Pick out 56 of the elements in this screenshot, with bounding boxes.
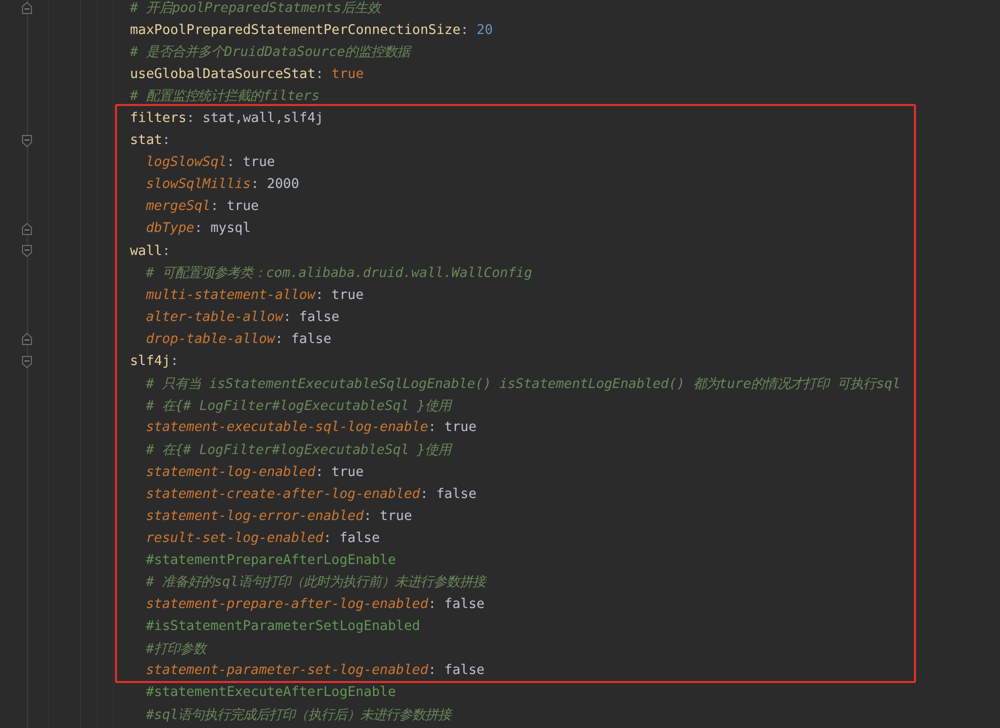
yaml-value: 2000	[266, 177, 300, 192]
yaml-value: true	[226, 199, 259, 214]
yaml-value: true	[332, 66, 364, 82]
yaml-value: false	[444, 663, 485, 678]
yaml-key: multi-statement-allow:	[146, 288, 324, 303]
code-comment: # 可配置项参考类：com.alibaba.druid.wall.WallConfig	[146, 265, 532, 282]
code-comment: # 在{# LogFilter#logExecutableSql }使用	[146, 398, 452, 415]
code-comment: # 在{# LogFilter#logExecutableSql }使用	[146, 442, 452, 459]
yaml-key: statement-parameter-set-log-enabled:	[146, 663, 436, 678]
code-comment: # 准备好的sql语句打印（此时为执行前）未进行参数拼接	[146, 574, 486, 592]
yaml-value: false	[444, 597, 485, 612]
yaml-key: statement-prepare-after-log-enabled:	[146, 597, 436, 612]
code-comment: #打印参数	[146, 640, 206, 658]
yaml-value: 20	[476, 22, 493, 38]
yaml-key: mergeSql:	[146, 199, 219, 214]
yaml-value: false	[436, 486, 477, 502]
yaml-key: statement-create-after-log-enabled:	[146, 486, 428, 502]
code-comment: #sql语句执行完成后打印（执行后）未进行参数拼接	[146, 706, 452, 724]
fold-end-icon[interactable]	[22, 333, 32, 346]
code-comment: #statementPrepareAfterLogEnable	[146, 552, 396, 568]
yaml-key: drop-table-allow:	[146, 332, 284, 347]
yaml-key: dbType:	[146, 221, 202, 236]
yaml-key: slf4j:	[130, 354, 178, 370]
code-comment: # 开启poolPreparedStatments后生效	[130, 0, 380, 18]
yaml-key: useGlobalDataSourceStat:	[130, 66, 324, 82]
yaml-value: stat,wall,slf4j	[202, 111, 324, 126]
yaml-key: maxPoolPreparedStatementPerConnectionSize:	[130, 22, 469, 38]
fold-end-icon[interactable]	[22, 2, 32, 14]
fold-collapse-icon[interactable]	[22, 134, 32, 147]
fold-collapse-icon[interactable]	[22, 245, 32, 258]
code-comment: # 配置监控统计拦截的filters	[130, 88, 320, 106]
yaml-value: true	[331, 288, 364, 303]
yaml-key: statement-log-enabled:	[146, 464, 324, 480]
code-comment: #statementExecuteAfterLogEnable	[146, 685, 396, 700]
yaml-key: wall:	[130, 244, 170, 259]
yaml-key: stat:	[130, 133, 170, 148]
yaml-value: false	[339, 530, 380, 546]
fold-end-icon[interactable]	[22, 222, 32, 235]
yaml-key: statement-log-error-enabled:	[146, 508, 372, 524]
yaml-key: slowSqlMillis:	[146, 177, 259, 192]
yaml-key: filters:	[130, 111, 194, 126]
yaml-key: alter-table-allow:	[146, 310, 292, 325]
yaml-key: result-set-log-enabled:	[146, 530, 332, 546]
code-comment: # 只有当 isStatementExecutableSqlLogEnable() isStatementLogEnabled() 都为ture的情况才打印 可执行sql	[146, 376, 900, 393]
yaml-value: false	[291, 332, 332, 347]
yaml-key: logSlowSql:	[146, 155, 235, 170]
yaml-value: true	[444, 420, 477, 436]
code-comment: # 是否合并多个DruidDataSource的监控数据	[130, 44, 410, 62]
fold-collapse-icon[interactable]	[22, 356, 32, 368]
code-comment: #isStatementParameterSetLogEnabled	[146, 619, 420, 634]
yaml-key: statement-executable-sql-log-enable:	[146, 420, 436, 436]
yaml-value: true	[242, 155, 275, 170]
yaml-value: true	[380, 508, 412, 524]
yaml-value: false	[299, 310, 340, 325]
yaml-value: mysql	[210, 221, 251, 236]
yaml-value: true	[331, 464, 364, 480]
